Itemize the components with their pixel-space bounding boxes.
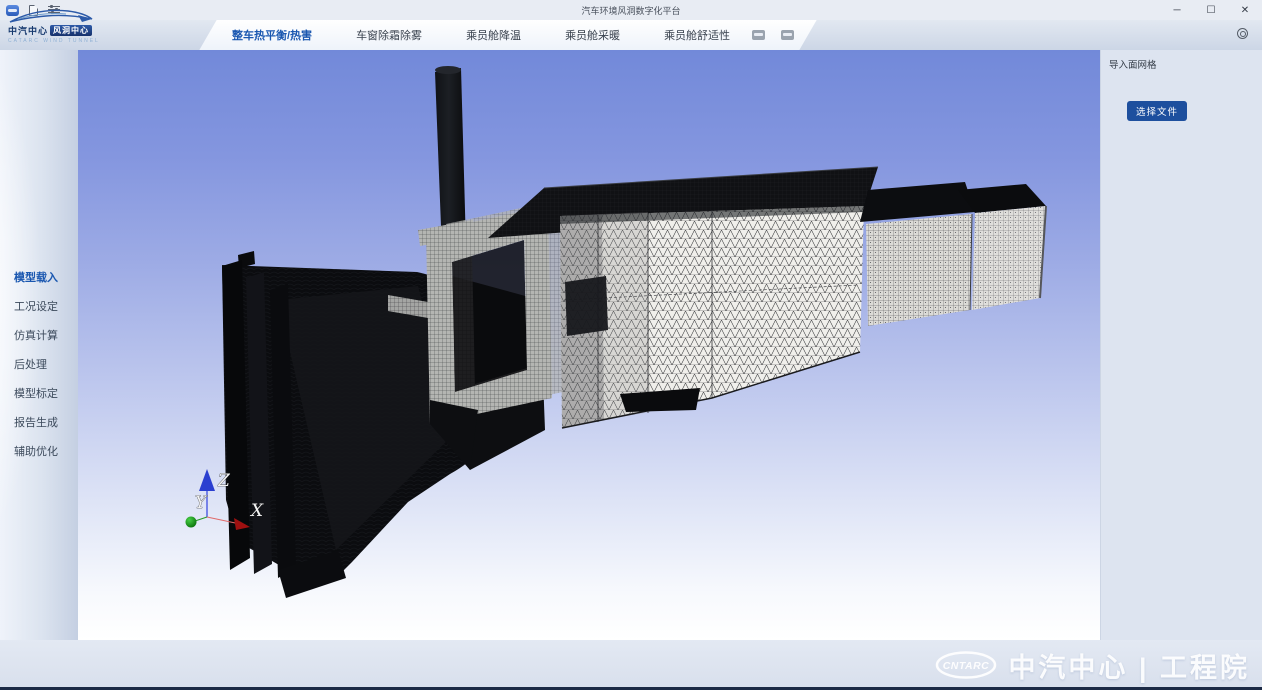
cntarc-logo-icon: CNTARC xyxy=(934,649,998,681)
brand-badge: 风洞中心 xyxy=(50,25,92,36)
select-file-button[interactable]: 选择文件 xyxy=(1127,101,1187,121)
viewport-3d-canvas[interactable]: Z Y X xyxy=(78,50,1100,640)
brand-subtext: CATARC WIND TUNNEL xyxy=(8,38,188,44)
maximize-button[interactable]: ☐ xyxy=(1194,0,1228,20)
import-surface-mesh-label: 导入面网格 xyxy=(1109,57,1254,71)
minimize-button[interactable]: ─ xyxy=(1160,0,1194,20)
header: 中汽中心 风洞中心 CATARC WIND TUNNEL 整车热平衡/热害 车窗… xyxy=(0,20,1262,50)
footer-bar: CNTARC 中汽中心 | 工程院 xyxy=(0,640,1262,690)
account-icon[interactable] xyxy=(1237,28,1248,39)
tab-thermal-balance[interactable]: 整车热平衡/热害 xyxy=(232,27,312,43)
cntarc-logo-text: CNTARC xyxy=(943,660,990,672)
right-panel: 导入面网格 选择文件 xyxy=(1100,50,1262,640)
brand-name: 中汽中心 xyxy=(8,24,48,37)
tab-cabin-cooling[interactable]: 乘员舱降温 xyxy=(466,27,521,43)
sidebar-item-postprocess[interactable]: 后处理 xyxy=(0,349,78,378)
sidebar-item-condition-setting[interactable]: 工况设定 xyxy=(0,291,78,320)
window-panel-icon[interactable] xyxy=(781,30,794,40)
z-axis-arrow xyxy=(199,469,215,491)
window-title: 汽车环境风洞数字化平台 xyxy=(0,4,1262,17)
tab-cabin-comfort[interactable]: 乘员舱舒适性 xyxy=(664,27,730,43)
z-axis-label: Z xyxy=(217,471,231,491)
tab-cabin-heating[interactable]: 乘员舱采暖 xyxy=(565,27,620,43)
sidebar-item-aux-optimization[interactable]: 辅助优化 xyxy=(0,436,78,465)
title-bar: 汽车环境风洞数字化平台 ─ ☐ ✕ xyxy=(0,0,1262,20)
x-axis-label: X xyxy=(249,501,264,521)
sidebar-item-simulation[interactable]: 仿真计算 xyxy=(0,320,78,349)
brand-logo: 中汽中心 风洞中心 CATARC WIND TUNNEL xyxy=(8,6,188,44)
window-layout-icon[interactable] xyxy=(752,30,765,40)
sidebar-item-model-load[interactable]: 模型载入 xyxy=(0,262,78,291)
y-axis-label: Y xyxy=(195,493,208,513)
app-window: 汽车环境风洞数字化平台 ─ ☐ ✕ 中汽中心 风洞中心 CATARC WIND … xyxy=(0,0,1262,690)
hvac-mesh-model xyxy=(222,66,1046,598)
tab-defrost-defog[interactable]: 车窗除霜除雾 xyxy=(356,27,422,43)
close-button[interactable]: ✕ xyxy=(1228,0,1262,20)
main-area: 模型载入 工况设定 仿真计算 后处理 模型标定 报告生成 辅助优化 xyxy=(0,50,1262,640)
footer-brand-text: 中汽中心 | 工程院 xyxy=(1008,646,1250,685)
sidebar: 模型载入 工况设定 仿真计算 后处理 模型标定 报告生成 辅助优化 xyxy=(0,50,78,640)
tab-bar: 整车热平衡/热害 车窗除霜除雾 乘员舱降温 乘员舱采暖 乘员舱舒适性 xyxy=(232,20,730,50)
sidebar-item-report-generation[interactable]: 报告生成 xyxy=(0,407,78,436)
sidebar-item-model-calibration[interactable]: 模型标定 xyxy=(0,378,78,407)
y-axis-sphere xyxy=(186,517,197,528)
